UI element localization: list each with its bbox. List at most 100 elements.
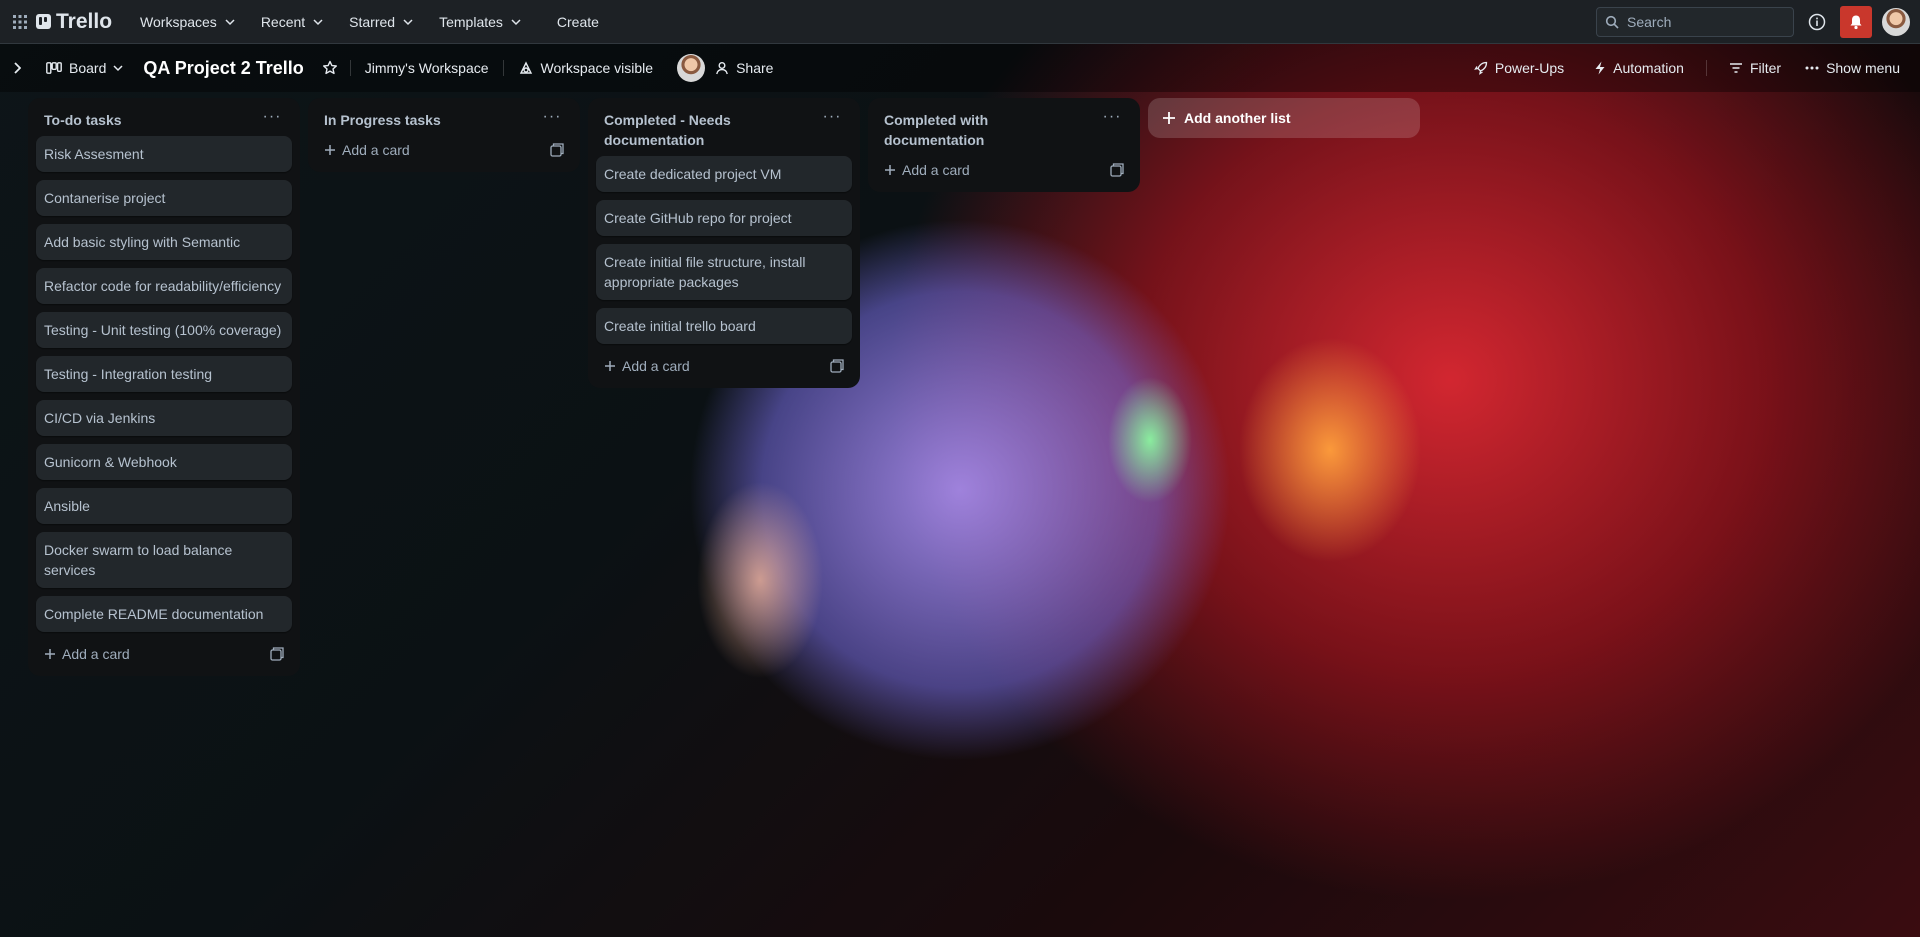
plus-icon xyxy=(885,165,895,175)
nav-starred-label: Starred xyxy=(349,13,396,30)
filter-icon xyxy=(1729,63,1742,73)
list-header: In Progress tasks ··· xyxy=(316,104,572,136)
card[interactable]: Create initial trello board xyxy=(596,308,852,344)
create-from-template-icon[interactable] xyxy=(830,359,844,373)
list-actions-icon[interactable]: ··· xyxy=(260,109,284,130)
show-menu-label: Show menu xyxy=(1826,60,1900,76)
automation-label: Automation xyxy=(1613,60,1684,76)
nav-recent[interactable]: Recent xyxy=(251,8,333,36)
filter-label: Filter xyxy=(1749,60,1782,76)
list-completed-with-documentation[interactable]: Completed with documentation ··· Add a c… xyxy=(868,98,1140,192)
card[interactable]: CI/CD via Jenkins xyxy=(36,400,292,436)
search-icon xyxy=(1605,15,1619,29)
nav-starred[interactable]: Starred xyxy=(339,8,423,36)
card[interactable]: Add basic styling with Semantic xyxy=(36,224,292,260)
search-input[interactable]: Search xyxy=(1596,6,1794,37)
information-icon[interactable] xyxy=(1802,7,1832,37)
chevron-down-icon xyxy=(313,18,323,25)
nav-templates-label: Templates xyxy=(439,13,503,30)
create-from-template-icon[interactable] xyxy=(550,143,564,157)
expand-sidebar-icon[interactable] xyxy=(8,56,26,80)
list-todo[interactable]: To-do tasks ··· Risk Assesment Contaneri… xyxy=(28,98,300,676)
more-dots-icon xyxy=(1805,66,1819,70)
nav-workspaces[interactable]: Workspaces xyxy=(130,8,245,36)
card[interactable]: Gunicorn & Webhook xyxy=(36,444,292,480)
nav-templates[interactable]: Templates xyxy=(429,8,531,36)
board-view-label: Board xyxy=(69,60,107,76)
list-title[interactable]: Completed - Needs documentation xyxy=(604,110,804,150)
list-in-progress[interactable]: In Progress tasks ··· Add a card xyxy=(308,98,580,172)
board-title[interactable]: QA Project 2 Trello xyxy=(133,52,313,85)
create-from-template-icon[interactable] xyxy=(1110,163,1124,177)
top-navigation-bar: Trello Workspaces Recent Starred Templat… xyxy=(0,0,1920,44)
card[interactable]: Testing - Unit testing (100% coverage) xyxy=(36,312,292,348)
workspace-link[interactable]: Jimmy's Workspace xyxy=(355,54,499,82)
nav-recent-label: Recent xyxy=(260,13,306,30)
card[interactable]: Ansible xyxy=(36,488,292,524)
card[interactable]: Create initial file structure, install a… xyxy=(596,244,852,300)
divider xyxy=(349,60,351,76)
card[interactable]: Contanerise project xyxy=(36,180,292,216)
list-title[interactable]: In Progress tasks xyxy=(324,110,441,130)
add-card-label: Add a card xyxy=(342,142,410,158)
card[interactable]: Create dedicated project VM xyxy=(596,156,852,192)
power-ups-button[interactable]: Power-Ups xyxy=(1464,54,1574,82)
add-another-list-label: Add another list xyxy=(1184,110,1291,126)
add-another-list-button[interactable]: Add another list xyxy=(1148,98,1420,138)
create-from-template-icon[interactable] xyxy=(270,647,284,661)
list-actions-icon[interactable]: ··· xyxy=(540,109,564,130)
list-header: Completed - Needs documentation ··· xyxy=(596,104,852,156)
add-card-button[interactable]: Add a card xyxy=(324,142,410,158)
rocket-icon xyxy=(1474,61,1488,75)
list-title[interactable]: Completed with documentation xyxy=(884,110,1084,150)
list-header: Completed with documentation ··· xyxy=(876,104,1132,156)
user-avatar[interactable] xyxy=(1880,5,1912,38)
card[interactable]: Complete README documentation xyxy=(36,596,292,632)
card[interactable]: Testing - Integration testing xyxy=(36,356,292,392)
board-view-switcher[interactable]: Board xyxy=(36,54,133,82)
lightning-bolt-icon xyxy=(1595,61,1605,75)
board-view-icon xyxy=(46,62,62,74)
share-label: Share xyxy=(736,60,774,76)
list-actions-icon[interactable]: ··· xyxy=(1100,109,1124,130)
add-card-label: Add a card xyxy=(62,646,130,662)
share-user-icon xyxy=(716,62,728,75)
share-button[interactable]: Share xyxy=(705,54,783,82)
divider xyxy=(502,60,504,76)
show-menu-button[interactable]: Show menu xyxy=(1795,54,1910,82)
plus-icon xyxy=(1163,112,1175,124)
workspace-visibility-button[interactable]: Workspace visible xyxy=(508,54,664,82)
add-card-row: Add a card xyxy=(596,352,852,380)
list-actions-icon[interactable]: ··· xyxy=(820,109,844,130)
visibility-label: Workspace visible xyxy=(540,60,654,76)
trello-logo-icon xyxy=(36,14,51,29)
chevron-down-icon xyxy=(225,18,235,25)
list-title[interactable]: To-do tasks xyxy=(44,110,122,130)
board-header-actions: Power-Ups Automation Filter Show menu xyxy=(1464,54,1910,82)
card[interactable]: Create GitHub repo for project xyxy=(596,200,852,236)
add-card-label: Add a card xyxy=(902,162,970,178)
add-card-button[interactable]: Add a card xyxy=(884,162,970,178)
nav-workspaces-label: Workspaces xyxy=(140,13,217,30)
automation-button[interactable]: Automation xyxy=(1584,54,1694,82)
filter-button[interactable]: Filter xyxy=(1719,54,1791,82)
board-header-bar: Board QA Project 2 Trello Jimmy's Worksp… xyxy=(0,44,1920,92)
add-card-button[interactable]: Add a card xyxy=(44,646,130,662)
list-completed-needs-documentation[interactable]: Completed - Needs documentation ··· Crea… xyxy=(588,98,860,388)
add-card-row: Add a card xyxy=(36,640,292,668)
member-avatar[interactable] xyxy=(677,54,706,82)
notifications-bell-icon[interactable] xyxy=(1840,5,1872,38)
add-card-button[interactable]: Add a card xyxy=(604,358,690,374)
card[interactable]: Risk Assesment xyxy=(36,136,292,172)
card[interactable]: Refactor code for readability/efficiency xyxy=(36,268,292,304)
trello-logo[interactable]: Trello xyxy=(36,10,112,34)
chevron-down-icon xyxy=(113,65,123,72)
create-button[interactable]: Create xyxy=(543,8,613,36)
card[interactable]: Docker swarm to load balance services xyxy=(36,532,292,588)
board-lists: To-do tasks ··· Risk Assesment Contaneri… xyxy=(28,98,1420,676)
plus-icon xyxy=(45,649,55,659)
plus-icon xyxy=(325,145,335,155)
app-switcher-icon[interactable] xyxy=(8,10,32,34)
add-card-label: Add a card xyxy=(622,358,690,374)
star-icon[interactable] xyxy=(314,52,346,84)
